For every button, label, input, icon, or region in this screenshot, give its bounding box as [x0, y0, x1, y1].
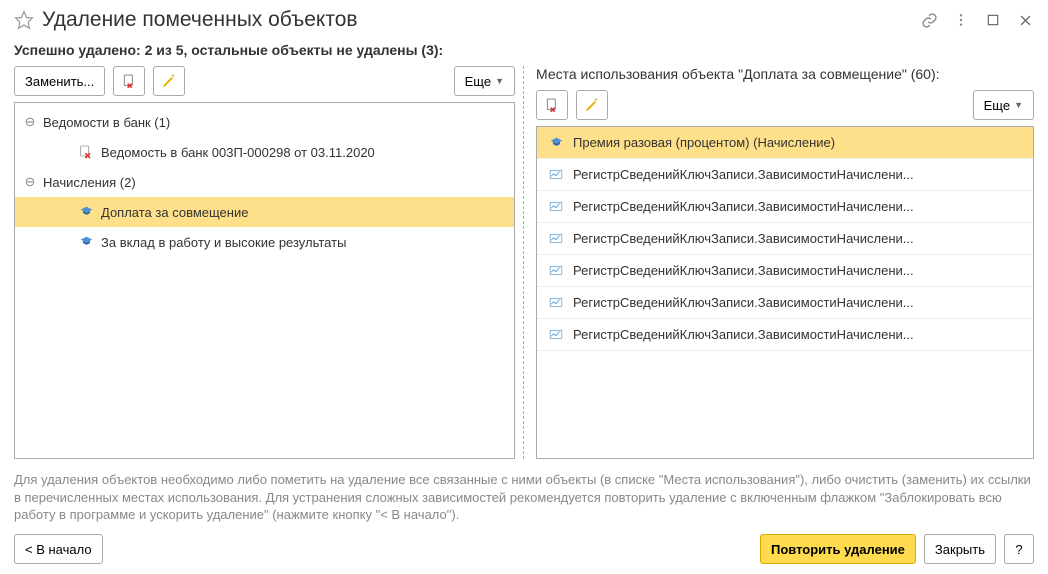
list-item-label: РегистрСведенийКлючЗаписи.ЗависимостиНач…	[573, 327, 1023, 342]
register-icon	[547, 199, 565, 215]
register-icon	[547, 295, 565, 311]
register-icon	[547, 327, 565, 343]
help-button[interactable]: ?	[1004, 534, 1034, 564]
list-item[interactable]: РегистрСведенийКлючЗаписи.ЗависимостиНач…	[537, 191, 1033, 223]
collapse-icon[interactable]: ⊖	[23, 175, 37, 189]
list-item[interactable]: РегистрСведенийКлючЗаписи.ЗависимостиНач…	[537, 223, 1033, 255]
tree-group-label: Ведомости в банк (1)	[43, 115, 170, 130]
list-item-label: РегистрСведенийКлючЗаписи.ЗависимостиНач…	[573, 167, 1023, 182]
tree-item[interactable]: За вклад в работу и высокие результаты	[15, 227, 514, 257]
list-item-label: РегистрСведенийКлючЗаписи.ЗависимостиНач…	[573, 295, 1023, 310]
maximize-icon[interactable]	[984, 11, 1002, 29]
usage-header: Места использования объекта "Доплата за …	[536, 66, 1034, 82]
tree-item-label: За вклад в работу и высокие результаты	[101, 235, 346, 250]
tree-item[interactable]: Ведомость в банк 003П-000298 от 03.11.20…	[15, 137, 514, 167]
left-more-button[interactable]: Еще▼	[454, 66, 515, 96]
tree-group[interactable]: ⊖ Ведомости в банк (1)	[15, 107, 514, 137]
kebab-menu-icon[interactable]	[952, 11, 970, 29]
left-toolbar: Заменить... Еще▼	[14, 66, 515, 96]
tree-group[interactable]: ⊖ Начисления (2)	[15, 167, 514, 197]
register-icon	[547, 263, 565, 279]
delete-doc-button[interactable]	[113, 66, 145, 96]
tree-item[interactable]: Доплата за совмещение	[15, 197, 514, 227]
list-item-label: РегистрСведенийКлючЗаписи.ЗависимостиНач…	[573, 199, 1023, 214]
usage-list[interactable]: Премия разовая (процентом) (Начисление) Р…	[536, 126, 1034, 459]
payroll-icon	[77, 234, 95, 250]
link-icon[interactable]	[920, 11, 938, 29]
favorite-star-icon[interactable]	[14, 10, 34, 30]
list-item-label: РегистрСведенийКлючЗаписи.ЗависимостиНач…	[573, 263, 1023, 278]
deleted-doc-icon	[77, 144, 95, 160]
payroll-icon	[77, 204, 95, 220]
tree-item-label: Ведомость в банк 003П-000298 от 03.11.20…	[101, 145, 375, 160]
right-more-button[interactable]: Еще▼	[973, 90, 1034, 120]
close-button[interactable]: Закрыть	[924, 534, 996, 564]
status-text: Успешно удалено: 2 из 5, остальные объек…	[14, 42, 1034, 58]
list-item[interactable]: РегистрСведенийКлючЗаписи.ЗависимостиНач…	[537, 287, 1033, 319]
list-item[interactable]: Премия разовая (процентом) (Начисление)	[537, 127, 1033, 159]
edit-button[interactable]	[153, 66, 185, 96]
list-item-label: РегистрСведенийКлючЗаписи.ЗависимостиНач…	[573, 231, 1023, 246]
register-icon	[547, 167, 565, 183]
back-button[interactable]: < В начало	[14, 534, 103, 564]
collapse-icon[interactable]: ⊖	[23, 115, 37, 129]
list-item[interactable]: РегистрСведенийКлючЗаписи.ЗависимостиНач…	[537, 319, 1033, 351]
tree-group-label: Начисления (2)	[43, 175, 136, 190]
list-item[interactable]: РегистрСведенийКлючЗаписи.ЗависимостиНач…	[537, 255, 1033, 287]
left-pane: Заменить... Еще▼ ⊖ Ведомости в банк (1)	[14, 66, 524, 459]
titlebar: Удаление помеченных объектов	[14, 8, 1034, 32]
help-text: Для удаления объектов необходимо либо по…	[14, 471, 1034, 524]
page-title: Удаление помеченных объектов	[42, 8, 912, 32]
replace-button[interactable]: Заменить...	[14, 66, 105, 96]
delete-doc-button[interactable]	[536, 90, 568, 120]
footer: < В начало Повторить удаление Закрыть ?	[14, 534, 1034, 564]
payroll-icon	[547, 135, 565, 151]
list-item[interactable]: РегистрСведенийКлючЗаписи.ЗависимостиНач…	[537, 159, 1033, 191]
close-icon[interactable]	[1016, 11, 1034, 29]
left-tree[interactable]: ⊖ Ведомости в банк (1) Ведомость в банк …	[14, 102, 515, 459]
register-icon	[547, 231, 565, 247]
right-pane: Места использования объекта "Доплата за …	[524, 66, 1034, 459]
list-item-label: Премия разовая (процентом) (Начисление)	[573, 135, 1023, 150]
edit-button[interactable]	[576, 90, 608, 120]
right-toolbar: Еще▼	[536, 90, 1034, 120]
repeat-delete-button[interactable]: Повторить удаление	[760, 534, 916, 564]
tree-item-label: Доплата за совмещение	[101, 205, 248, 220]
